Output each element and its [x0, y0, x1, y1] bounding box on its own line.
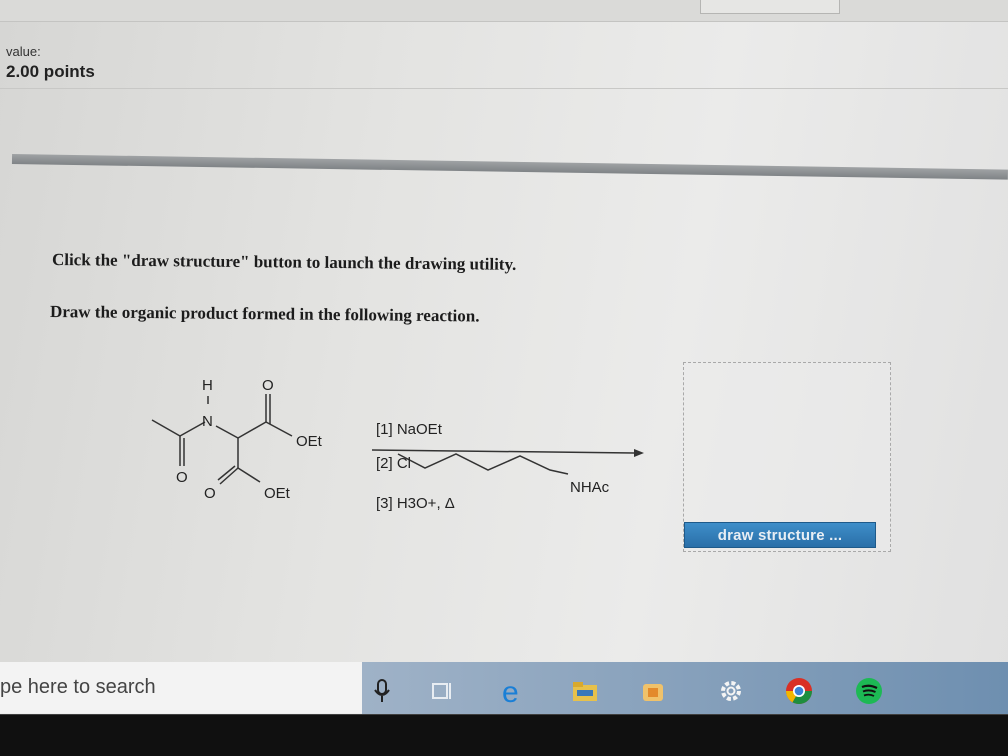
header-divider [0, 88, 1008, 89]
oet-bottom-label: OEt [264, 485, 291, 502]
instruction-text: Click the "draw structure" button to lau… [51, 250, 517, 274]
taskbar-search-input[interactable]: pe here to search [0, 676, 156, 699]
bond [151, 419, 181, 437]
file-explorer-icon[interactable] [568, 674, 602, 708]
reaction-arrow [371, 449, 635, 454]
chrome-icon[interactable] [782, 674, 816, 708]
alkyl-chain [397, 453, 569, 475]
spotify-icon[interactable] [852, 674, 886, 708]
reagent-3: [3] H3O+, Δ [376, 495, 455, 512]
atom-n: N [202, 413, 213, 430]
draw-structure-button[interactable]: draw structure ... [684, 522, 876, 548]
edge-icon[interactable]: e [497, 674, 531, 708]
atom-o-ester-bottom: O [204, 485, 216, 502]
top-tab [700, 0, 840, 14]
reagent-1: [1] NaOEt [376, 421, 443, 438]
reaction-scheme: H N O O O OEt OEt [1] NaOEt [2] Cl NHAc … [151, 377, 644, 512]
store-icon[interactable] [636, 674, 670, 708]
value-label: value: [6, 44, 41, 59]
arrow-head [634, 449, 644, 457]
svg-text:e: e [502, 676, 519, 706]
bond [215, 425, 239, 439]
window-top-strip [0, 0, 1008, 22]
microphone-icon[interactable] [365, 674, 399, 708]
task-view-icon[interactable] [426, 674, 460, 708]
bond [265, 421, 293, 437]
oet-top-label: OEt [296, 433, 323, 450]
points-value: 2.00 points [6, 62, 95, 81]
atom-o-ketone: O [176, 469, 188, 486]
bond [237, 421, 267, 439]
section-divider [11, 154, 1008, 180]
reagent-2-group: NHAc [570, 479, 610, 496]
atom-h: H [202, 377, 213, 394]
question-prompt: Draw the organic product formed in the f… [49, 302, 480, 326]
reagent-2: [2] Cl [376, 455, 411, 472]
settings-icon[interactable] [714, 674, 748, 708]
bond [237, 467, 261, 483]
atom-o-ester-top: O [262, 377, 274, 394]
